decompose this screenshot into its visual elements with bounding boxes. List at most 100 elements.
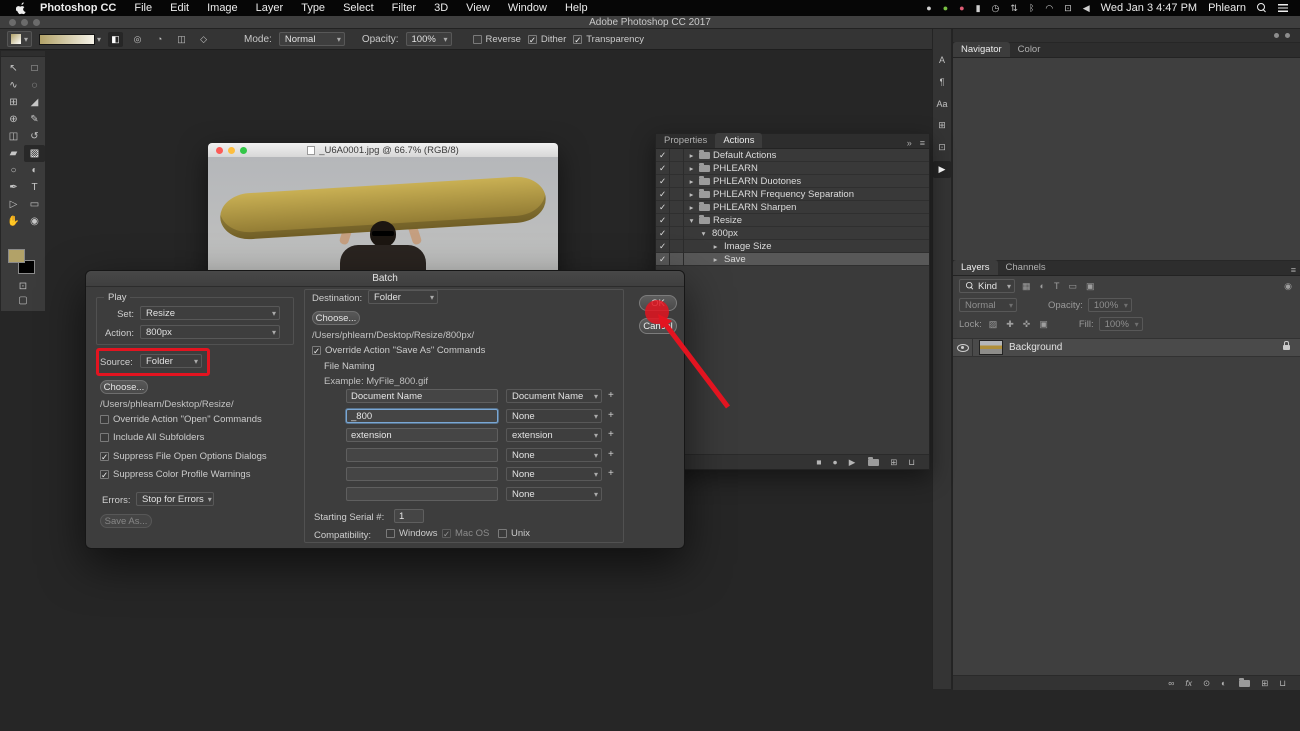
menu-window[interactable]: Window	[499, 2, 556, 14]
layer-fill-dropdown[interactable]: 100%	[1098, 317, 1143, 331]
dialog-toggle-cell[interactable]	[670, 226, 684, 240]
override-open-checkbox[interactable]: Override Action "Open" Commands	[100, 414, 262, 425]
layer-row-background[interactable]: Background	[953, 338, 1300, 357]
rectangle-tool[interactable]: ▭	[24, 196, 45, 213]
filter-shape-layers-icon[interactable]: ▭	[1066, 281, 1079, 292]
quick-selection-tool[interactable]: ◌	[24, 77, 45, 94]
layer-mask-icon[interactable]: ⊙	[1203, 678, 1210, 689]
layer-group-icon[interactable]	[1239, 677, 1251, 687]
naming-option-2[interactable]: None	[506, 409, 602, 423]
notification-center-icon[interactable]	[1278, 4, 1288, 12]
menu-image[interactable]: Image	[198, 2, 247, 14]
siri-icon[interactable]: ●	[926, 0, 931, 16]
spotlight-search-icon[interactable]	[1257, 3, 1267, 13]
source-choose-button[interactable]: Choose...	[100, 380, 148, 394]
cancel-button[interactable]: Cancel	[639, 318, 677, 334]
action-enabled-checkbox[interactable]: ✓	[656, 148, 670, 162]
naming-option-4[interactable]: None	[506, 448, 602, 462]
delete-layer-icon[interactable]: ⊔	[1279, 678, 1286, 689]
dialog-toggle-cell[interactable]	[670, 213, 684, 227]
menu-type[interactable]: Type	[292, 2, 334, 14]
action-row-image-size[interactable]: ✓ ▸ Image Size	[656, 239, 929, 253]
source-dropdown[interactable]: Folder	[140, 354, 202, 368]
action-row-save[interactable]: ✓ ▸ Save	[656, 252, 929, 266]
play-icon[interactable]: ▶	[849, 457, 856, 468]
tab-layers[interactable]: Layers	[953, 260, 998, 275]
menu-edit[interactable]: Edit	[161, 2, 198, 14]
tool-preset-dropdown[interactable]	[7, 31, 33, 47]
reflected-gradient-icon[interactable]: ◫	[174, 32, 189, 47]
glyphs-panel-icon[interactable]: Aa	[933, 95, 951, 112]
menu-view[interactable]: View	[457, 2, 499, 14]
spot-healing-brush-tool[interactable]: ⊕	[3, 111, 24, 128]
menu-help[interactable]: Help	[556, 2, 597, 14]
add-naming-field-button[interactable]: +	[608, 468, 614, 479]
destination-choose-button[interactable]: Choose...	[312, 311, 360, 325]
dropbox-icon[interactable]: ●	[943, 0, 948, 16]
action-row-phlearn-frequency-separation[interactable]: ✓ ▸ PHLEARN Frequency Separation	[656, 187, 929, 201]
app-menu-title[interactable]: Photoshop CC	[31, 2, 125, 14]
naming-option-3[interactable]: extension	[506, 428, 602, 442]
expand-arrow-icon[interactable]: ▸	[710, 242, 721, 251]
naming-field-1[interactable]	[346, 389, 498, 403]
naming-field-5[interactable]	[346, 467, 498, 481]
window-controls[interactable]	[9, 19, 40, 26]
action-enabled-checkbox[interactable]: ✓	[656, 226, 670, 240]
action-enabled-checkbox[interactable]: ✓	[656, 200, 670, 214]
filter-toggle-icon[interactable]: ◉	[1282, 281, 1294, 292]
menu-layer[interactable]: Layer	[247, 2, 293, 14]
layer-opacity-dropdown[interactable]: 100%	[1087, 298, 1132, 312]
include-subfolders-checkbox[interactable]: Include All Subfolders	[100, 432, 204, 443]
expand-arrow-icon[interactable]: ▸	[710, 255, 721, 264]
diamond-gradient-icon[interactable]: ◇	[196, 32, 211, 47]
action-enabled-checkbox[interactable]: ✓	[656, 213, 670, 227]
path-selection-tool[interactable]: ▷	[3, 196, 24, 213]
clone-source-panel-icon[interactable]: ⊡	[933, 139, 951, 156]
linear-gradient-icon[interactable]: ◧	[108, 31, 124, 47]
gradient-picker[interactable]: ▾	[39, 33, 101, 45]
time-machine-icon[interactable]: ◷	[992, 0, 1000, 16]
new-folder-icon[interactable]	[868, 456, 880, 466]
menubar-user[interactable]: Phlearn	[1208, 2, 1246, 14]
add-naming-field-button[interactable]: +	[608, 410, 614, 421]
transparency-checkbox[interactable]: ✓ Transparency	[573, 34, 644, 45]
action-enabled-checkbox[interactable]: ✓	[656, 187, 670, 201]
dialog-toggle-cell[interactable]	[670, 252, 684, 266]
blend-mode-dropdown[interactable]: Normal	[959, 298, 1017, 312]
actions-panel-icon[interactable]: ▶	[933, 161, 951, 178]
naming-option-6[interactable]: None	[506, 487, 602, 501]
lock-position-icon[interactable]: ✜	[1021, 319, 1033, 330]
display-icon[interactable]: ⊡	[1064, 0, 1072, 16]
type-tool[interactable]: T	[24, 179, 45, 196]
expand-arrow-icon[interactable]: ▸	[686, 190, 697, 199]
paragraph-panel-icon[interactable]: ¶	[933, 73, 951, 90]
zoom-tool[interactable]: ◉	[24, 213, 45, 230]
angle-gradient-icon[interactable]: ◔	[152, 32, 167, 47]
tab-properties[interactable]: Properties	[656, 133, 715, 148]
adjustment-layer-icon[interactable]: ◐	[1221, 678, 1226, 688]
menu-3d[interactable]: 3D	[425, 2, 457, 14]
naming-field-3[interactable]	[346, 428, 498, 442]
crop-tool[interactable]: ⊞	[3, 94, 24, 111]
layer-thumbnail[interactable]	[979, 340, 1003, 355]
compat-windows-checkbox[interactable]: Windows	[386, 528, 438, 539]
save-as-button[interactable]: Save As...	[100, 514, 152, 528]
quick-mask-icon[interactable]: ⊡	[1, 281, 45, 292]
eyedropper-tool[interactable]: ◢	[24, 94, 45, 111]
naming-option-5[interactable]: None	[506, 467, 602, 481]
layer-name[interactable]: Background	[1009, 342, 1062, 353]
dither-checkbox[interactable]: ✓ Dither	[527, 34, 566, 45]
set-dropdown[interactable]: Resize	[140, 306, 280, 320]
dialog-toggle-cell[interactable]	[670, 187, 684, 201]
tab-channels[interactable]: Channels	[998, 260, 1054, 275]
dialog-toggle-cell[interactable]	[670, 239, 684, 253]
lock-all-icon[interactable]: ▣	[1037, 319, 1050, 330]
panel-menu-icon[interactable]: ≡	[1287, 265, 1300, 275]
filter-smart-objects-icon[interactable]: ▣	[1084, 281, 1097, 292]
tab-actions[interactable]: Actions	[715, 133, 763, 148]
action-row-resize[interactable]: ✓ ▾ Resize	[656, 213, 929, 227]
filter-adjustment-layers-icon[interactable]: ◐	[1038, 281, 1047, 291]
errors-dropdown[interactable]: Stop for Errors	[136, 492, 214, 506]
character-panel-icon[interactable]: A	[933, 51, 951, 68]
panel-collapse-icon[interactable]	[1285, 33, 1290, 38]
